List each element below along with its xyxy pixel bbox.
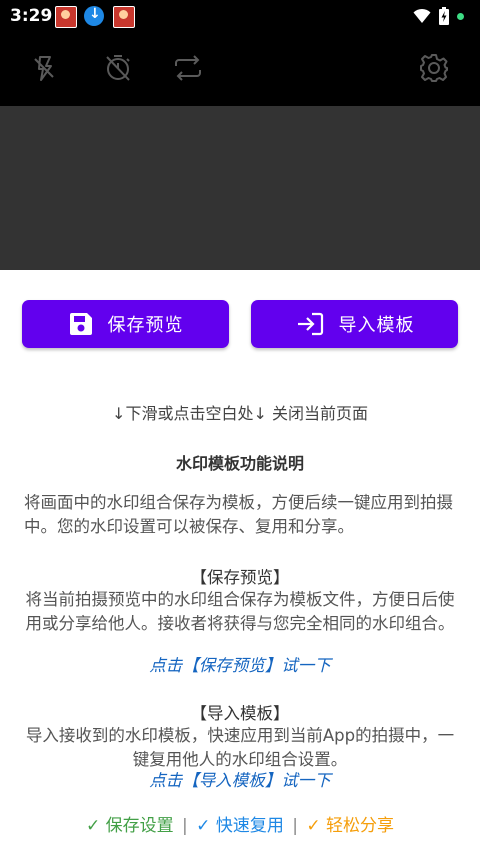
feature-save-settings: ✓ 保存设置 xyxy=(85,816,174,836)
timer-off-button[interactable] xyxy=(100,50,136,86)
green-dot-indicator xyxy=(457,12,464,20)
settings-gear-icon xyxy=(420,54,448,82)
app-avatar-icon xyxy=(55,6,77,28)
sheet-title: 水印模板功能说明 xyxy=(175,454,304,473)
feature-list: ✓ 保存设置 | ✓ 快速复用 | ✓ 轻松分享 xyxy=(0,811,480,836)
try-import-template-link[interactable]: 点击【导入模板】试一下 xyxy=(0,767,480,791)
status-right-icons xyxy=(413,7,464,25)
import-template-heading: 【导入模板】 xyxy=(190,704,290,723)
switch-camera-icon xyxy=(175,55,201,81)
watermark-template-sheet: 保存预览 导入模板 ↓下滑或点击空白处↓ 关闭当前页面 水印模板功能说明 将画面… xyxy=(0,270,480,855)
feature-easy-share: ✓ 轻松分享 xyxy=(306,816,395,836)
save-preview-button[interactable]: 保存预览 xyxy=(22,300,229,348)
close-hint[interactable]: ↓下滑或点击空白处↓ 关闭当前页面 xyxy=(0,400,480,424)
wifi-icon xyxy=(413,8,431,23)
status-bar: 3:29 xyxy=(0,0,480,32)
intro-text: 将画面中的水印组合保存为模板，方便后续一键应用到拍摄中。您的水印设置可以被保存、… xyxy=(24,493,453,536)
import-template-description: 导入接收到的水印模板，快速应用到当前App的拍摄中，一键复用他人的水印组合设置。 xyxy=(25,726,455,769)
settings-button[interactable] xyxy=(416,50,452,86)
import-icon xyxy=(297,312,323,336)
status-time: 3:29 xyxy=(10,6,53,26)
import-template-label: 导入模板 xyxy=(338,315,415,336)
save-preview-label: 保存预览 xyxy=(107,315,184,336)
save-preview-description: 将当前拍摄预览中的水印组合保存为模板文件，方便日后使用或分享给他人。接收者将获得… xyxy=(25,590,455,633)
import-template-button[interactable]: 导入模板 xyxy=(251,300,458,348)
app-avatar-icon xyxy=(113,6,135,28)
battery-charging-icon xyxy=(439,7,449,25)
save-preview-heading: 【保存预览】 xyxy=(190,568,290,587)
feature-separator: | xyxy=(182,816,188,836)
camera-preview[interactable] xyxy=(0,106,480,270)
download-icon xyxy=(84,6,104,26)
try-save-preview-link[interactable]: 点击【保存预览】试一下 xyxy=(0,652,480,676)
flash-off-icon xyxy=(34,56,54,81)
camera-toolbar xyxy=(0,32,480,106)
timer-off-icon xyxy=(106,55,130,81)
flash-off-button[interactable] xyxy=(26,50,62,86)
switch-camera-button[interactable] xyxy=(170,50,206,86)
save-icon xyxy=(69,313,92,335)
feature-separator: | xyxy=(292,816,298,836)
feature-quick-reuse: ✓ 快速复用 xyxy=(196,816,284,836)
